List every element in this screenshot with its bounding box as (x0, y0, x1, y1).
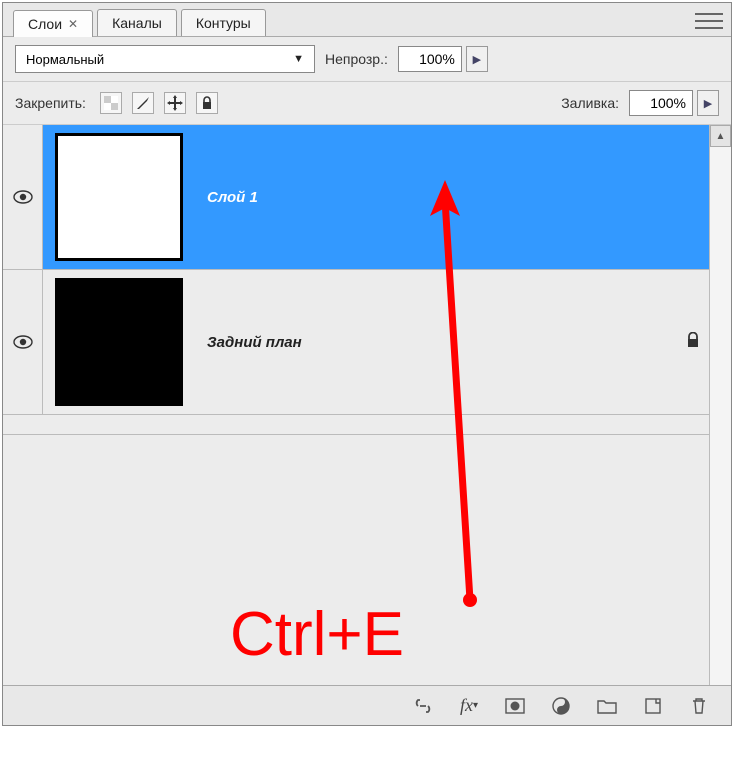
fill-group: Заливка: ▶ (561, 90, 719, 116)
new-page-icon (644, 697, 662, 715)
layer-row[interactable]: Задний план (3, 270, 731, 415)
fill-slider-toggle[interactable]: ▶ (697, 90, 719, 116)
dropdown-arrow-icon: ▼ (293, 53, 304, 65)
layer-name[interactable]: Задний план (207, 334, 302, 351)
lock-row: Закрепить: Заливка: ▶ (3, 82, 731, 125)
eye-icon (13, 335, 33, 349)
visibility-toggle[interactable] (3, 270, 43, 414)
layer-thumbnail[interactable] (55, 278, 183, 406)
lock-position-button[interactable] (164, 92, 186, 114)
brush-icon (135, 95, 151, 111)
panel-menu-icon[interactable] (695, 13, 723, 29)
adjustment-layer-button[interactable] (547, 692, 575, 720)
tab-layers[interactable]: Слои ✕ (13, 10, 93, 37)
layer-thumbnail[interactable] (55, 133, 183, 261)
lock-icon (685, 332, 701, 348)
opacity-slider-toggle[interactable]: ▶ (466, 46, 488, 72)
layer-thumb-wrap (43, 270, 195, 414)
visibility-toggle[interactable] (3, 125, 43, 269)
tab-label: Контуры (196, 15, 251, 31)
layer-name[interactable]: Слой 1 (207, 189, 258, 206)
fill-label: Заливка: (561, 95, 619, 111)
tab-label: Каналы (112, 15, 162, 31)
layer-list-empty-area (3, 435, 731, 725)
eye-icon (13, 190, 33, 204)
opacity-control: ▶ (398, 46, 488, 72)
fx-icon: fx (460, 695, 473, 716)
blend-mode-value: Нормальный (26, 52, 104, 67)
lock-buttons (100, 92, 218, 114)
layer-list-empty-row (3, 415, 731, 435)
move-icon (167, 95, 183, 111)
lock-label: Закрепить: (15, 95, 86, 111)
panel-tabs: Слои ✕ Каналы Контуры (3, 3, 731, 37)
layer-list: Слой 1 Задний план ▲ (3, 125, 731, 725)
layer-thumb-wrap (43, 125, 195, 269)
layers-panel: — ✕ Слои ✕ Каналы Контуры Нормальный ▼ Н… (2, 2, 732, 726)
blend-row: Нормальный ▼ Непрозр.: ▶ (3, 37, 731, 82)
scrollbar[interactable]: ▲ (709, 125, 731, 685)
opacity-label: Непрозр.: (325, 51, 388, 67)
mask-icon (505, 698, 525, 714)
new-layer-button[interactable] (639, 692, 667, 720)
scroll-up-button[interactable]: ▲ (710, 125, 731, 147)
fill-input[interactable] (629, 90, 693, 116)
lock-icon (200, 96, 214, 110)
trash-icon (691, 697, 707, 715)
layer-row[interactable]: Слой 1 (3, 125, 731, 270)
link-layers-button[interactable] (409, 692, 437, 720)
folder-icon (597, 698, 617, 714)
link-icon (413, 696, 433, 716)
new-group-button[interactable] (593, 692, 621, 720)
tab-label: Слои (28, 16, 62, 32)
yin-yang-icon (552, 697, 570, 715)
thumbnail-shape (82, 154, 154, 250)
layer-effects-button[interactable]: fx▾ (455, 692, 483, 720)
layer-mask-button[interactable] (501, 692, 529, 720)
bottom-toolbar: fx▾ (3, 685, 731, 725)
layer-locked-indicator (685, 332, 701, 353)
delete-layer-button[interactable] (685, 692, 713, 720)
tab-close-icon[interactable]: ✕ (68, 17, 78, 31)
blend-mode-select[interactable]: Нормальный ▼ (15, 45, 315, 73)
tab-paths[interactable]: Контуры (181, 9, 266, 36)
lock-image-button[interactable] (132, 92, 154, 114)
lock-pixels-button[interactable] (100, 92, 122, 114)
opacity-input[interactable] (398, 46, 462, 72)
transparency-icon (104, 96, 118, 110)
lock-all-button[interactable] (196, 92, 218, 114)
tab-channels[interactable]: Каналы (97, 9, 177, 36)
